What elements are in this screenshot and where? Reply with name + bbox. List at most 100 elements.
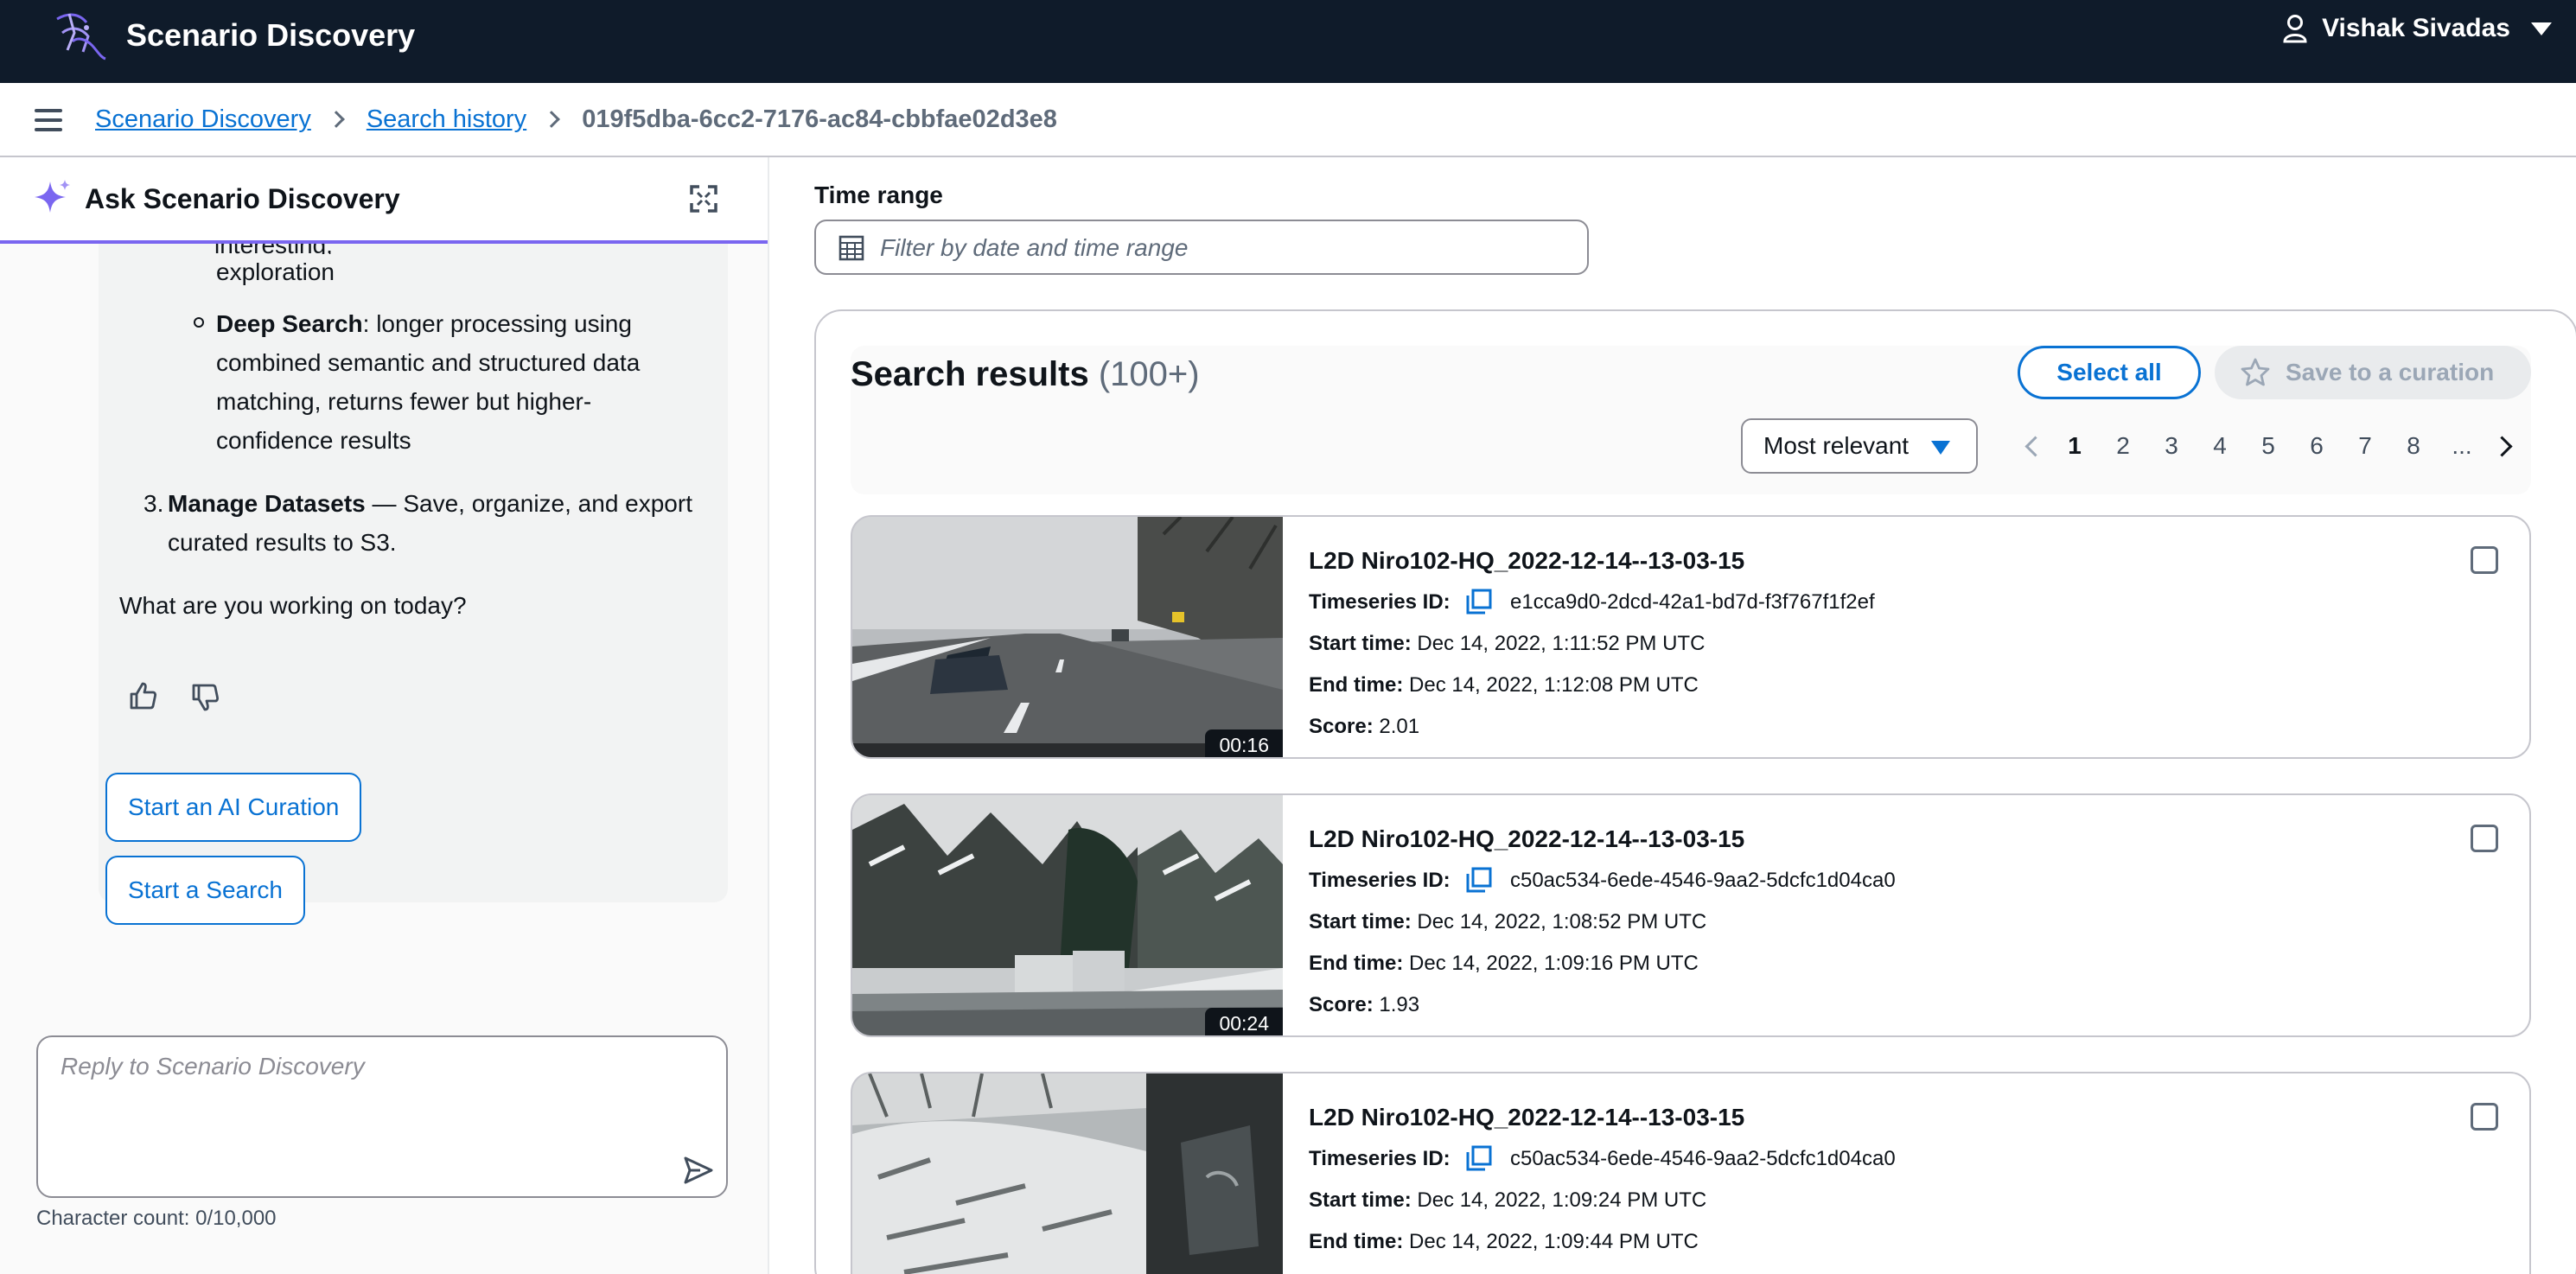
result-checkbox[interactable] [2471,546,2498,574]
thumbs-up-icon[interactable] [128,681,157,710]
score-row: Score: 2.01 [1309,712,1419,742]
start-time-row: Start time: Dec 14, 2022, 1:11:52 PM UTC [1309,629,1705,659]
timeseries-id: c50ac534-6ede-4546-9aa2-5dcfc1d04ca0 [1509,869,1896,892]
result-card[interactable]: 00:16 L2D Niro102-HQ_2022-12-14--13-03-1… [851,515,2531,759]
manage-datasets-label: Manage Datasets [168,490,366,517]
road-scene-image [852,517,1283,757]
end-time-value: Dec 14, 2022, 1:09:16 PM UTC [1409,952,1699,975]
caret-down-icon [1931,441,1950,455]
start-ai-curation-button[interactable]: Start an AI Curation [105,773,362,842]
save-to-curation-label: Save to a curation [2286,359,2495,385]
bullet-icon [194,317,204,328]
reply-input[interactable]: Reply to Scenario Discovery [36,1035,728,1198]
top-navigation: Scenario Discovery Vishak Sivadas [0,0,2576,83]
breadcrumb-link-search-history[interactable]: Search history [367,102,526,137]
timeseries-row: Timeseries ID: c50ac534-6ede-4546-9aa2-5… [1309,866,1896,896]
score-label: Score: [1309,993,1374,1016]
snowy-forest-image [852,795,1283,1035]
result-title: L2D Niro102-HQ_2022-12-14--13-03-15 [1309,825,1745,852]
score-value: 1.93 [1379,993,1420,1016]
manage-datasets-line: — Save, organize, and export [365,490,692,517]
video-thumbnail[interactable] [852,1073,1283,1274]
page-button-6[interactable]: 6 [2292,427,2341,465]
sort-select-value: Most relevant [1763,432,1910,459]
page-button-5[interactable]: 5 [2244,427,2292,465]
snowy-roadside-image [852,1073,1283,1274]
send-icon[interactable] [683,1155,714,1186]
result-title: L2D Niro102-HQ_2022-12-14--13-03-15 [1309,547,1745,574]
score-value: 2.01 [1379,715,1420,738]
time-range-placeholder: Filter by date and time range [880,234,1189,261]
page-button-1[interactable]: 1 [2050,427,2099,465]
star-icon [2241,358,2270,386]
select-all-button[interactable]: Select all [2018,346,2201,399]
start-time-label: Start time: [1309,632,1412,655]
results-title: Search results (100+) [851,353,1200,396]
breadcrumb-current: 019f5dba-6cc2-7176-ac84-cbbfae02d3e8 [582,105,1057,133]
sort-select[interactable]: Most relevant [1741,418,1978,474]
start-time-label: Start time: [1309,1188,1412,1212]
time-range-label: Time range [814,182,943,208]
copy-icon[interactable] [1464,587,1494,616]
thumbs-down-icon[interactable] [190,683,220,712]
page-button-7[interactable]: 7 [2341,427,2389,465]
character-count: Character count: 0/10,000 [36,1207,277,1230]
page-button-2[interactable]: 2 [2099,427,2147,465]
assistant-title: Ask Scenario Discovery [85,183,400,214]
deep-search-line: matching, returns fewer but higher- [216,388,592,415]
page-button-8[interactable]: 8 [2389,427,2438,465]
end-time-label: End time: [1309,952,1404,975]
end-time-row: End time: Dec 14, 2022, 1:09:16 PM UTC [1309,949,1699,978]
start-time-value: Dec 14, 2022, 1:11:52 PM UTC [1417,632,1706,655]
start-search-button[interactable]: Start a Search [105,856,305,925]
pagination-previous-button[interactable] [2014,427,2050,465]
result-checkbox[interactable] [2471,825,2498,852]
calendar-icon [838,235,864,261]
breadcrumb-link-home[interactable]: Scenario Discovery [95,102,311,137]
message-question: What are you working on today? [119,592,467,619]
expand-icon[interactable] [690,185,717,213]
result-title: L2D Niro102-HQ_2022-12-14--13-03-15 [1309,1104,1745,1131]
video-thumbnail[interactable]: 00:16 [852,517,1283,757]
end-time-label: End time: [1309,673,1404,697]
aws-logo-icon[interactable] [48,7,109,64]
time-range-input[interactable]: Filter by date and time range [814,220,1589,275]
menu-icon[interactable] [35,109,62,131]
app-title[interactable]: Scenario Discovery [126,16,415,55]
breadcrumb-bar: Scenario Discovery Search history 019f5d… [0,83,2576,157]
pagination-next-button[interactable] [2486,427,2522,465]
user-menu[interactable]: Vishak Sivadas [2282,14,2552,43]
result-card[interactable]: L2D Niro102-HQ_2022-12-14--13-03-15 Time… [851,1072,2531,1274]
timeseries-row: Timeseries ID: e1cca9d0-2dcd-42a1-bd7d-f… [1309,588,1875,618]
timeseries-label: Timeseries ID: [1309,1147,1451,1170]
save-to-curation-button[interactable]: Save to a curation [2215,346,2531,399]
timeseries-id: e1cca9d0-2dcd-42a1-bd7d-f3f767f1f2ef [1509,590,1875,614]
end-time-value: Dec 14, 2022, 1:09:44 PM UTC [1409,1230,1699,1253]
reply-placeholder: Reply to Scenario Discovery [61,1053,365,1080]
timeseries-label: Timeseries ID: [1309,590,1451,614]
page-button-3[interactable]: 3 [2147,427,2196,465]
caret-down-icon [2531,22,2552,35]
start-time-value: Dec 14, 2022, 1:08:52 PM UTC [1417,910,1707,933]
end-time-row: End time: Dec 14, 2022, 1:09:44 PM UTC [1309,1227,1699,1257]
timeseries-label: Timeseries ID: [1309,869,1451,892]
video-duration: 00:16 [1205,729,1283,757]
start-time-row: Start time: Dec 14, 2022, 1:09:24 PM UTC [1309,1186,1706,1215]
result-card[interactable]: 00:24 L2D Niro102-HQ_2022-12-14--13-03-1… [851,793,2531,1037]
message-manage-datasets: Manage Datasets — Save, organize, and ex… [168,484,721,562]
end-time-value: Dec 14, 2022, 1:12:08 PM UTC [1409,673,1699,697]
video-thumbnail[interactable]: 00:24 [852,795,1283,1035]
timeseries-row: Timeseries ID: c50ac534-6ede-4546-9aa2-5… [1309,1144,1896,1175]
result-checkbox[interactable] [2471,1103,2498,1131]
copy-icon[interactable] [1464,865,1494,895]
chevron-right-icon [327,111,345,128]
breadcrumb: Scenario Discovery Search history 019f5d… [95,102,1057,137]
start-time-row: Start time: Dec 14, 2022, 1:08:52 PM UTC [1309,908,1706,937]
page-button-4[interactable]: 4 [2196,427,2244,465]
deep-search-line: combined semantic and structured data [216,349,641,376]
deep-search-label: Deep Search [216,310,363,337]
list-number: 3. [143,490,164,517]
copy-icon[interactable] [1464,1143,1494,1173]
end-time-row: End time: Dec 14, 2022, 1:12:08 PM UTC [1309,671,1699,700]
start-time-value: Dec 14, 2022, 1:09:24 PM UTC [1417,1188,1707,1212]
